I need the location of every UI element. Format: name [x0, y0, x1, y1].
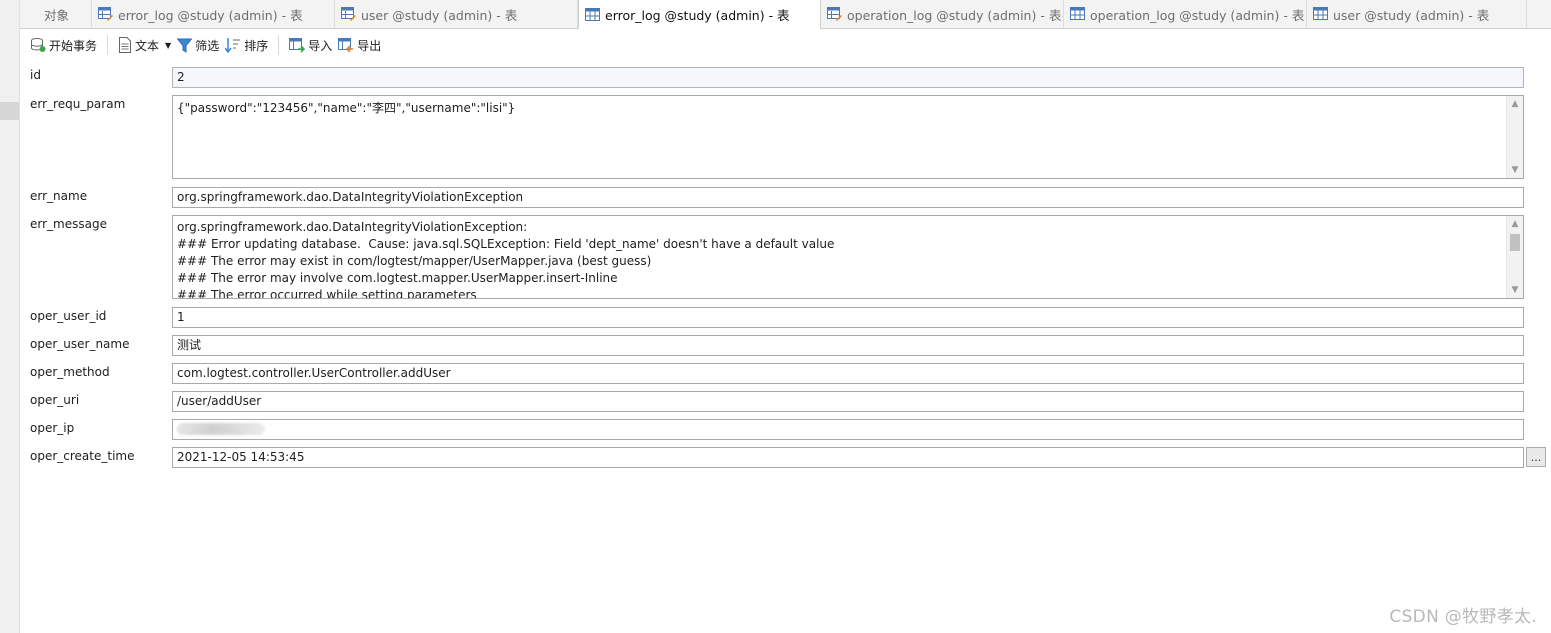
tab-label: user @study (admin) - 表: [361, 7, 518, 23]
oper-user-id-field[interactable]: 1: [172, 307, 1524, 328]
oper-ip-field[interactable]: [172, 419, 1524, 440]
filter-label: 筛选: [195, 38, 220, 53]
field-label-oper-ip: oper_ip: [30, 421, 75, 435]
tab-label: operation_log @study (admin) - 表: [1090, 7, 1305, 23]
scroll-up-icon[interactable]: ▲: [1507, 216, 1523, 232]
err-message-text: org.springframework.dao.DataIntegrityVio…: [177, 219, 1519, 299]
tab-label: operation_log @study (admin) - 表: [847, 7, 1062, 23]
table-design-icon: [98, 7, 113, 21]
watermark: CSDN @牧野孝太.: [1389, 607, 1537, 627]
toolbar-separator: [107, 35, 109, 55]
err-message-line: org.springframework.dao.DataIntegrityVio…: [177, 220, 528, 234]
oper-method-value: com.logtest.controller.UserController.ad…: [177, 366, 451, 380]
toolbar: 开始事务 文本 ▼ 筛选 排序 导入 导出: [20, 29, 1551, 61]
scroll-down-icon[interactable]: ▼: [1507, 162, 1523, 178]
table-design-icon: [341, 7, 356, 21]
err-name-value: org.springframework.dao.DataIntegrityVio…: [177, 190, 524, 204]
field-label-err-requ-param: err_requ_param: [30, 97, 126, 111]
err-message-line: ### The error may involve com.logtest.ma…: [177, 271, 618, 285]
sort-button[interactable]: 排序: [222, 33, 271, 57]
scrollbar-thumb[interactable]: [1510, 234, 1520, 251]
import-label: 导入: [308, 38, 333, 53]
field-label-oper-method: oper_method: [30, 365, 110, 379]
err-message-line: ### Error updating database. Cause: java…: [177, 237, 835, 251]
begin-transaction-label: 开始事务: [49, 38, 98, 53]
chevron-down-icon: ▼: [165, 40, 172, 50]
oper-uri-value: /user/addUser: [177, 394, 262, 408]
tab-bar: 对象 error_log @study (admin) - 表 user @st…: [20, 0, 1551, 29]
text-button[interactable]: 文本 ▼: [115, 33, 174, 57]
tab-label: error_log @study (admin) - 表: [605, 8, 790, 23]
tab-objects[interactable]: 对象: [20, 0, 92, 28]
sort-label: 排序: [244, 38, 269, 53]
import-button[interactable]: 导入: [286, 33, 335, 57]
oper-uri-field[interactable]: /user/addUser: [172, 391, 1524, 412]
oper-user-id-value: 1: [177, 310, 185, 324]
export-label: 导出: [357, 38, 382, 53]
oper-user-name-value: 测试: [177, 338, 202, 352]
id-value: 2: [177, 70, 185, 84]
table-grid-icon: [1313, 7, 1328, 20]
sort-icon: [225, 38, 241, 53]
err-requ-param-value: {"password":"123456","name":"李四","userna…: [177, 101, 516, 115]
table-grid-icon: [585, 7, 600, 21]
filter-icon: [177, 38, 193, 53]
export-icon: [338, 38, 354, 53]
oper-method-field[interactable]: com.logtest.controller.UserController.ad…: [172, 363, 1524, 384]
import-icon: [289, 38, 306, 53]
tab-label: 对象: [44, 7, 70, 23]
oper-create-time-value: 2021-12-05 14:53:45: [177, 450, 305, 464]
err-message-line: ### The error may exist in com/logtest/m…: [177, 254, 652, 268]
err-message-scrollbar[interactable]: ▲ ▼: [1506, 216, 1523, 298]
text-label: 文本: [135, 38, 160, 53]
err-name-field[interactable]: org.springframework.dao.DataIntegrityVio…: [172, 187, 1524, 208]
field-label-id: id: [30, 68, 41, 82]
scroll-up-icon[interactable]: ▲: [1507, 96, 1523, 112]
begin-transaction-button[interactable]: 开始事务: [27, 33, 100, 57]
oper-create-time-field[interactable]: 2021-12-05 14:53:45: [172, 447, 1524, 468]
err-requ-param-field[interactable]: {"password":"123456","name":"李四","userna…: [172, 95, 1524, 179]
tab-error-log-design[interactable]: error_log @study (admin) - 表: [92, 0, 335, 28]
tab-operation-log-data[interactable]: operation_log @study (admin) - 表: [1064, 0, 1307, 28]
filter-button[interactable]: 筛选: [174, 33, 222, 57]
tab-user-design[interactable]: user @study (admin) - 表: [335, 0, 578, 28]
toolbar-separator: [278, 35, 280, 55]
tab-label: user @study (admin) - 表: [1333, 7, 1490, 23]
field-label-oper-uri: oper_uri: [30, 393, 80, 407]
left-gutter: [0, 0, 20, 633]
field-label-oper-user-id: oper_user_id: [30, 309, 107, 323]
datetime-picker-button[interactable]: ...: [1526, 447, 1546, 467]
tab-error-log-data[interactable]: error_log @study (admin) - 表: [578, 0, 821, 29]
field-label-oper-user-name: oper_user_name: [30, 337, 130, 351]
row-marker: [0, 102, 19, 120]
database-icon: [31, 38, 46, 52]
err-message-line: ### The error occurred while setting par…: [177, 288, 477, 299]
field-label-err-name: err_name: [30, 189, 88, 203]
export-button[interactable]: 导出: [335, 33, 384, 57]
table-design-icon: [827, 7, 842, 21]
document-icon: [119, 37, 132, 53]
tab-label: error_log @study (admin) - 表: [118, 7, 303, 23]
field-label-err-message: err_message: [30, 217, 107, 231]
table-grid-icon: [1070, 7, 1085, 20]
redacted-ip: [177, 423, 265, 435]
err-requ-param-scrollbar[interactable]: ▲ ▼: [1506, 96, 1523, 178]
oper-user-name-field[interactable]: 测试: [172, 335, 1524, 356]
tab-user-data[interactable]: user @study (admin) - 表: [1307, 0, 1527, 28]
field-label-oper-create-time: oper_create_time: [30, 449, 135, 463]
err-message-field[interactable]: org.springframework.dao.DataIntegrityVio…: [172, 215, 1524, 299]
tab-operation-log-design[interactable]: operation_log @study (admin) - 表: [821, 0, 1064, 28]
scroll-down-icon[interactable]: ▼: [1507, 282, 1523, 298]
id-field[interactable]: 2: [172, 67, 1524, 88]
